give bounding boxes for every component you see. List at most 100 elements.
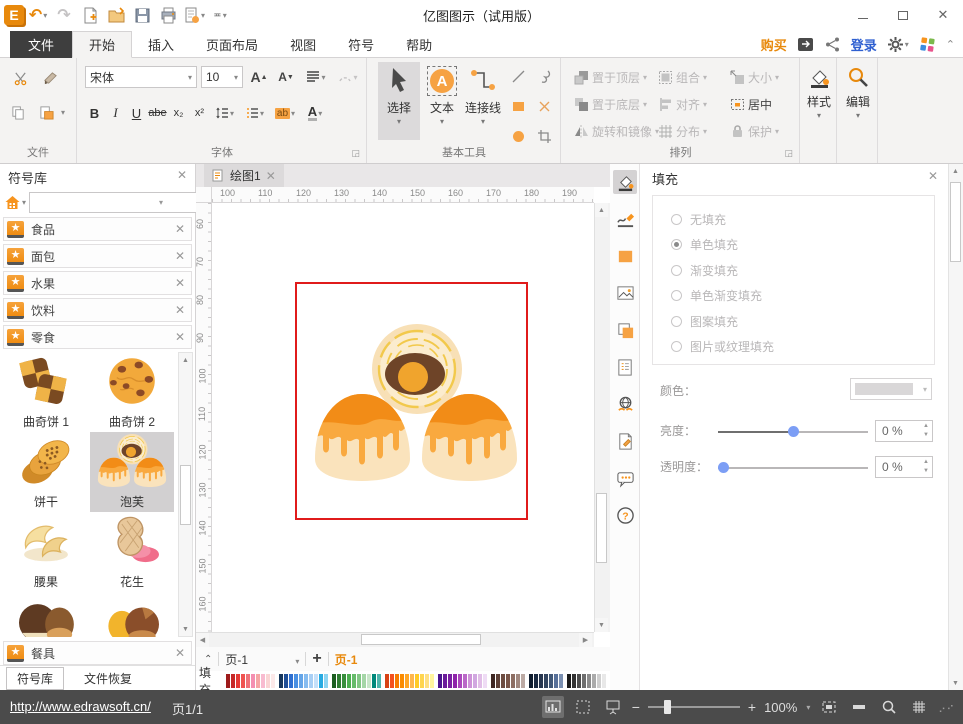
fill-tool-button[interactable] [613, 170, 637, 194]
spin-down-icon[interactable]: ▼ [923, 431, 929, 440]
color-swatch[interactable] [236, 674, 240, 688]
color-swatch[interactable] [415, 674, 419, 688]
fit-width-button[interactable] [848, 696, 870, 718]
font-size-combo[interactable]: 10▾ [201, 66, 243, 88]
line-spacing-button[interactable]: ▾ [210, 102, 240, 124]
color-swatch[interactable] [279, 674, 283, 688]
transparency-slider-thumb[interactable] [718, 462, 729, 473]
scroll-up-icon[interactable]: ▲ [949, 164, 962, 178]
color-swatch[interactable] [516, 674, 520, 688]
color-swatch[interactable] [347, 674, 351, 688]
color-swatch[interactable] [266, 674, 270, 688]
arrange-send-back-button[interactable]: 置于底层▾ [574, 93, 647, 115]
color-swatch[interactable] [337, 674, 341, 688]
category-食品[interactable]: ★食品✕ [3, 217, 192, 241]
menu-tab-帮助[interactable]: 帮助 [390, 31, 448, 58]
menu-tab-视图[interactable]: 视图 [274, 31, 332, 58]
canvas-horizontal-scrollbar[interactable]: ◀ ▶ [196, 632, 594, 647]
color-swatch[interactable] [496, 674, 500, 688]
color-swatch[interactable] [231, 674, 235, 688]
resize-grip[interactable]: ⡠⠔ [938, 702, 955, 713]
fill-color-dropdown[interactable]: ▾ [850, 378, 932, 400]
color-swatch[interactable] [241, 674, 245, 688]
color-swatch[interactable] [319, 674, 323, 688]
color-swatch[interactable] [226, 674, 230, 688]
arrange-distribute-button[interactable]: 分布▾ [658, 120, 707, 142]
superscript-button[interactable]: x² [189, 102, 210, 124]
document-tab-close-icon[interactable]: ✕ [266, 169, 276, 183]
ellipse-tool-icon[interactable] [508, 126, 528, 146]
arrange-dialog-launcher-icon[interactable]: ◲ [784, 148, 793, 159]
font-color-button[interactable]: A▾ [300, 102, 330, 124]
login-button[interactable]: 登录 [851, 35, 877, 54]
menu-tab-插入[interactable]: 插入 [132, 31, 190, 58]
category-零食[interactable]: ★零食✕ [3, 325, 192, 349]
arrange-center-button[interactable]: 居中 [730, 93, 772, 115]
brightness-slider[interactable] [718, 431, 868, 433]
color-swatch[interactable] [453, 674, 457, 688]
scroll-thumb[interactable] [596, 493, 607, 563]
shrink-font-button[interactable]: A▼ [274, 66, 298, 88]
color-swatch[interactable] [478, 674, 482, 688]
grow-font-button[interactable]: A▲ [247, 66, 271, 88]
color-swatch[interactable] [425, 674, 429, 688]
collapse-icon[interactable]: ⌃ [946, 38, 955, 51]
maximize-button[interactable] [883, 0, 923, 30]
canvas-vertical-scrollbar[interactable]: ▲ ▼ [594, 203, 610, 632]
color-swatch[interactable] [367, 674, 371, 688]
symbol-peanut[interactable]: 花生 [90, 512, 174, 592]
color-swatch[interactable] [294, 674, 298, 688]
scroll-thumb[interactable] [361, 634, 481, 645]
cut-icon[interactable] [10, 68, 30, 88]
font-name-combo[interactable]: 宋体▾ [85, 66, 197, 88]
color-swatch[interactable] [332, 674, 336, 688]
color-swatch[interactable] [577, 674, 581, 688]
connector-tool-button[interactable]: 连接线▾ [460, 62, 506, 140]
color-swatch[interactable] [597, 674, 601, 688]
spin-up-icon[interactable]: ▲ [923, 422, 929, 431]
zoom-slider-thumb[interactable] [664, 700, 671, 714]
community-icon[interactable] [797, 36, 814, 53]
symbol-chestnut1[interactable] [4, 592, 88, 637]
color-swatch[interactable] [289, 674, 293, 688]
presentation-button[interactable] [602, 696, 624, 718]
color-swatch[interactable] [405, 674, 409, 688]
color-swatch[interactable] [342, 674, 346, 688]
bold-button[interactable]: B [84, 102, 105, 124]
color-swatch[interactable] [420, 674, 424, 688]
symbol-cashew[interactable]: 腰果 [4, 512, 88, 592]
fill-option-2[interactable]: 渐变填充 [671, 261, 738, 279]
fill-option-0[interactable]: 无填充 [671, 210, 726, 228]
scroll-down-icon[interactable]: ▼ [949, 676, 962, 690]
list-button[interactable]: ▾ [240, 102, 270, 124]
color-swatch[interactable] [534, 674, 538, 688]
color-swatch[interactable] [521, 674, 525, 688]
grid-button[interactable] [908, 696, 930, 718]
brightness-spinner[interactable]: 0 % ▲▼ [875, 420, 933, 442]
arrange-bring-front-button[interactable]: 置于顶层▾ [574, 66, 647, 88]
redo-button[interactable]: ↷ [52, 3, 76, 27]
edit-button[interactable]: 编辑 ▾ [841, 62, 875, 140]
color-swatch[interactable] [473, 674, 477, 688]
color-swatch[interactable] [529, 674, 533, 688]
line-style-tool-button[interactable] [613, 207, 637, 231]
color-swatch[interactable] [483, 674, 487, 688]
spin-up-icon[interactable]: ▲ [923, 458, 929, 467]
color-swatch[interactable] [491, 674, 495, 688]
color-swatch[interactable] [501, 674, 505, 688]
fill-panel-close-icon[interactable]: ✕ [928, 169, 938, 183]
connection-point-tool-icon[interactable] [534, 96, 554, 116]
panels-view-button[interactable] [542, 696, 564, 718]
category-close-icon[interactable]: ✕ [175, 330, 185, 344]
select-tool-button[interactable]: 选择▾ [378, 62, 420, 140]
pinwheel-icon[interactable] [919, 36, 936, 53]
paste-dropdown-icon[interactable]: ▾ [61, 108, 65, 117]
quick-shape-tool-button[interactable] [613, 244, 637, 268]
fill-option-4[interactable]: 图案填充 [671, 312, 738, 330]
category-close-icon[interactable]: ✕ [175, 303, 185, 317]
text-arc-button[interactable]: ▾ [334, 66, 362, 88]
scroll-up-icon[interactable]: ▲ [595, 203, 608, 217]
fill-option-1[interactable]: 单色填充 [671, 236, 738, 254]
scroll-left-icon[interactable]: ◀ [196, 633, 209, 647]
color-swatch[interactable] [352, 674, 356, 688]
